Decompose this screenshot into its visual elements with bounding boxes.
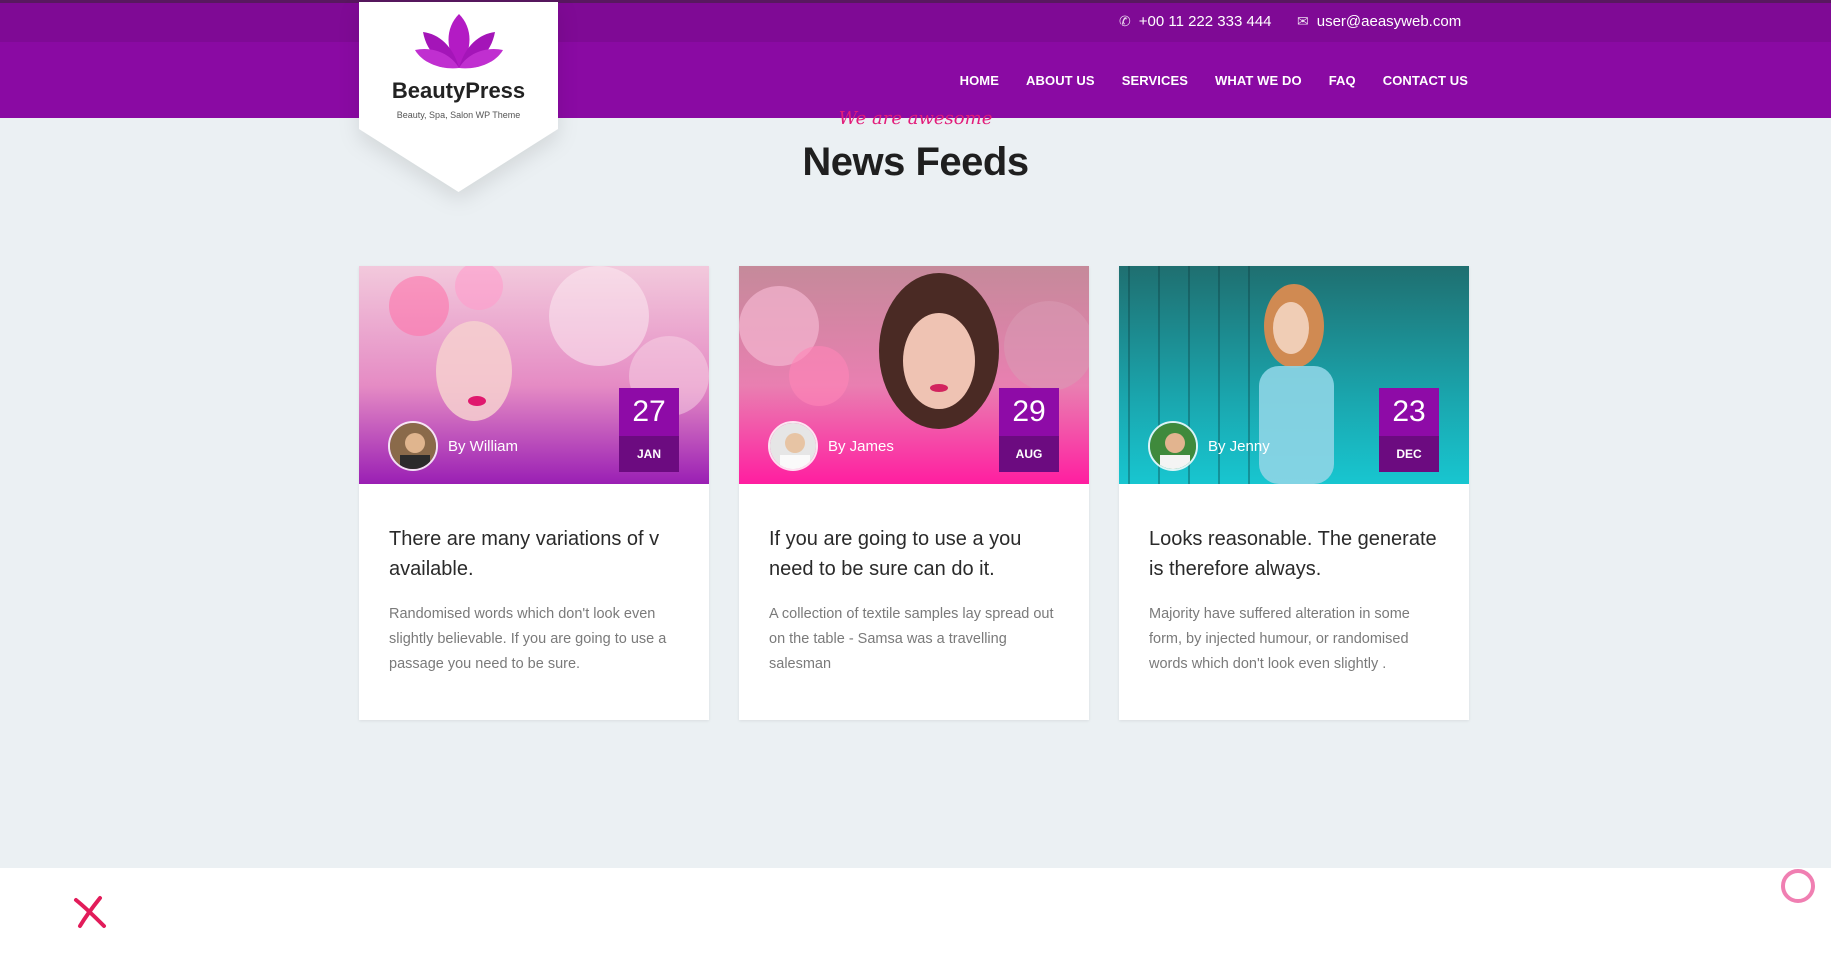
nav-what-we-do[interactable]: WHAT WE DO <box>1215 73 1302 88</box>
post-date-badge: 29 AUG <box>999 388 1059 472</box>
post-month: JAN <box>619 436 679 472</box>
lotus-logo-icon <box>415 14 503 69</box>
nav-about-us[interactable]: ABOUT US <box>1026 73 1095 88</box>
author-name: By William <box>448 437 518 455</box>
post-day: 29 <box>999 388 1059 436</box>
main-navbar: HOME ABOUT US SERVICES WHAT WE DO FAQ CO… <box>0 42 1831 118</box>
author-name: By Jenny <box>1208 437 1270 455</box>
nav-faq[interactable]: FAQ <box>1329 73 1356 88</box>
post-day: 23 <box>1379 388 1439 436</box>
email-contact[interactable]: ✉ user@aeasyweb.com <box>1297 13 1461 30</box>
envelope-icon: ✉ <box>1297 13 1309 29</box>
post-title[interactable]: If you are going to use a you need to be… <box>769 524 1069 584</box>
phone-contact[interactable]: ✆ +00 11 222 333 444 <box>1119 13 1272 30</box>
post-excerpt: A collection of textile samples lay spre… <box>769 606 1054 672</box>
post-excerpt: Majority have suffered alteration in som… <box>1149 606 1410 672</box>
author-avatar <box>388 421 438 471</box>
logo-title: BeautyPress <box>391 78 526 103</box>
phone-icon: ✆ <box>1119 13 1131 29</box>
post-title[interactable]: There are many variations of v available… <box>389 524 689 584</box>
close-x-icon <box>74 896 106 928</box>
post-author[interactable]: By Jenny <box>1148 421 1270 471</box>
post-title[interactable]: Looks reasonable. The generate is theref… <box>1149 524 1449 584</box>
post-month: DEC <box>1379 436 1439 472</box>
post-excerpt: Randomised words which don't look even s… <box>389 606 667 672</box>
author-name: By James <box>828 437 894 455</box>
author-avatar <box>768 421 818 471</box>
author-avatar <box>1148 421 1198 471</box>
section-tagline: We are awesome <box>838 108 993 129</box>
post-author[interactable]: By William <box>388 421 518 471</box>
post-day: 27 <box>619 388 679 436</box>
news-card: By Jenny 23 DEC Looks reasonable. The ge… <box>1119 266 1469 720</box>
nav-home[interactable]: HOME <box>960 73 999 88</box>
lower-section <box>0 868 1831 963</box>
news-card: By James 29 AUG If you are going to use … <box>739 266 1089 720</box>
ring-icon[interactable] <box>1781 869 1815 903</box>
section-title: News Feeds <box>802 140 1029 184</box>
nav-services[interactable]: SERVICES <box>1122 73 1188 88</box>
news-card: By William 27 JAN There are many variati… <box>359 266 709 720</box>
post-month: AUG <box>999 436 1059 472</box>
post-date-badge: 27 JAN <box>619 388 679 472</box>
phone-number: +00 11 222 333 444 <box>1138 13 1272 30</box>
email-address: user@aeasyweb.com <box>1316 13 1462 30</box>
post-date-badge: 23 DEC <box>1379 388 1439 472</box>
main-nav: HOME ABOUT US SERVICES WHAT WE DO FAQ CO… <box>960 73 1468 88</box>
top-contact-bar: ✆ +00 11 222 333 444 ✉ user@aeasyweb.com <box>0 0 1831 42</box>
nav-contact-us[interactable]: CONTACT US <box>1383 73 1468 88</box>
post-author[interactable]: By James <box>768 421 894 471</box>
